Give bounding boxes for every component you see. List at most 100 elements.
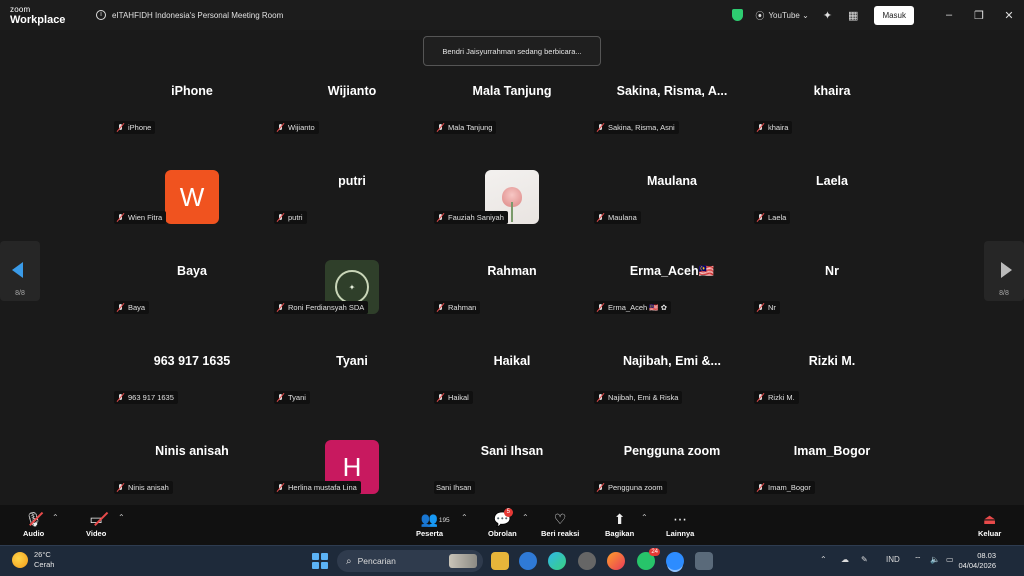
weather-widget[interactable]: 26°C Cerah bbox=[12, 550, 54, 570]
participant-tile[interactable]: Rizki M. Rizki M. bbox=[752, 344, 912, 434]
video-button[interactable]: ▭ Video bbox=[86, 510, 108, 538]
mic-muted-icon bbox=[116, 303, 125, 312]
arrow-right-icon bbox=[1001, 262, 1012, 278]
taskbar-search[interactable]: ⌕ Pencarian bbox=[337, 550, 483, 572]
reactions-button[interactable]: ♡ Beri reaksi bbox=[541, 510, 579, 538]
onedrive-icon[interactable]: ☁ bbox=[841, 555, 849, 564]
participant-tile[interactable]: Wijianto Wijianto bbox=[272, 74, 432, 164]
participant-tile[interactable]: Erma_Aceh🇲🇾 Erma_Aceh 🇲🇾 ✿ bbox=[592, 254, 752, 344]
participant-label-text: Wien Fitra bbox=[128, 213, 163, 222]
participant-tile[interactable]: ✦ Roni Ferdiansyah SDA bbox=[272, 254, 432, 344]
mic-muted-icon bbox=[596, 483, 605, 492]
mic-muted-icon bbox=[596, 303, 605, 312]
participant-label-text: Maulana bbox=[608, 213, 637, 222]
date: 04/04/2026 bbox=[958, 561, 996, 570]
participants-caret-icon[interactable]: ⌃ bbox=[461, 513, 468, 522]
encryption-shield-icon[interactable] bbox=[732, 9, 744, 21]
title-bar: zoom Workplace i eITAHFIDH Indonesia's P… bbox=[0, 0, 1024, 30]
participant-label: iPhone bbox=[114, 121, 156, 134]
prev-page-button[interactable]: 8/8 bbox=[0, 241, 40, 301]
mic-muted-icon bbox=[596, 213, 605, 222]
mic-muted-icon bbox=[116, 483, 125, 492]
participant-tile[interactable]: iPhone iPhone bbox=[112, 74, 272, 164]
participant-label: Tyani bbox=[274, 391, 310, 404]
mic-muted-icon bbox=[116, 123, 125, 132]
share-button[interactable]: ⬆ Bagikan bbox=[605, 510, 634, 538]
youtube-stream-button[interactable]: ⦿ YouTube ⌄ bbox=[755, 9, 808, 22]
participant-label: putri bbox=[274, 211, 307, 224]
participant-tile[interactable]: Laela Laela bbox=[752, 164, 912, 254]
next-page-button[interactable]: 8/8 bbox=[984, 241, 1024, 301]
share-caret-icon[interactable]: ⌃ bbox=[641, 513, 648, 522]
chat-caret-icon[interactable]: ⌃ bbox=[522, 513, 529, 522]
clock[interactable]: 08.03 04/04/2026 bbox=[958, 551, 996, 571]
minimize-icon[interactable]: – bbox=[934, 9, 964, 21]
chat-button[interactable]: 💬 5 Obrolan bbox=[488, 508, 517, 538]
leave-button[interactable]: ⏏ Keluar bbox=[978, 510, 1001, 538]
start-menu-icon[interactable] bbox=[312, 553, 328, 569]
participants-label: Peserta bbox=[416, 529, 444, 538]
more-button[interactable]: ⋯ Lainnya bbox=[666, 510, 694, 538]
language-indicator[interactable]: IND bbox=[886, 555, 900, 564]
participant-name: Imam_Bogor bbox=[793, 444, 871, 458]
participant-name: Tyani bbox=[336, 354, 368, 368]
obs-icon[interactable] bbox=[578, 552, 596, 570]
participant-name: 963 917 1635 bbox=[153, 354, 231, 368]
apps-grid-icon[interactable]: ▦ bbox=[848, 9, 858, 22]
audio-button[interactable]: 🎙 Audio bbox=[23, 510, 44, 538]
participant-label: Ninis anisah bbox=[114, 481, 173, 494]
participant-tile[interactable]: W Wien Fitra bbox=[112, 164, 272, 254]
participant-label-text: Najibah, Emi & Riska bbox=[608, 393, 679, 402]
participant-tile[interactable]: Najibah, Emi &... Najibah, Emi & Riska bbox=[592, 344, 752, 434]
participant-tile[interactable]: Sakina, Risma, A... Sakina, Risma, Asni bbox=[592, 74, 752, 164]
participant-tile[interactable]: Baya Baya bbox=[112, 254, 272, 344]
participant-label-text: Tyani bbox=[288, 393, 306, 402]
participant-label: khaira bbox=[754, 121, 793, 134]
chat-badge: 5 bbox=[503, 508, 513, 517]
participant-tile[interactable]: 963 917 1635 963 917 1635 bbox=[112, 344, 272, 434]
participant-label-text: khaira bbox=[768, 123, 789, 132]
ai-sparkle-icon[interactable]: ✦ bbox=[823, 9, 832, 22]
livestream-icon: ⦿ bbox=[755, 10, 765, 21]
volume-icon[interactable]: 🔈 bbox=[930, 555, 940, 564]
participant-tile[interactable]: putri putri bbox=[272, 164, 432, 254]
firefox-icon[interactable] bbox=[607, 552, 625, 570]
whatsapp-icon[interactable]: 24 bbox=[637, 548, 660, 570]
participant-label-text: Rizki M. bbox=[768, 393, 795, 402]
mic-muted-icon bbox=[756, 393, 765, 402]
battery-icon[interactable]: ▭ bbox=[946, 555, 954, 564]
participant-tile[interactable]: Maulana Maulana bbox=[592, 164, 752, 254]
restore-icon[interactable]: ❐ bbox=[964, 9, 994, 22]
participant-name: Nr bbox=[825, 264, 839, 278]
desktop-app-icon[interactable] bbox=[695, 552, 713, 570]
participant-label-text: Mala Tanjung bbox=[448, 123, 493, 132]
participant-label: Rizki M. bbox=[754, 391, 799, 404]
participant-name: Erma_Aceh🇲🇾 bbox=[629, 264, 715, 278]
mic-muted-icon bbox=[276, 303, 285, 312]
close-icon[interactable]: ✕ bbox=[994, 9, 1024, 22]
meeting-toolbar: 🎙 Audio ⌃ ▭ Video ⌃ 👥195 Peserta ⌃ 💬5 Ob… bbox=[0, 505, 1024, 545]
time: 08.03 bbox=[977, 551, 996, 560]
video-options-caret-icon[interactable]: ⌃ bbox=[118, 513, 125, 522]
os-taskbar: 26°C Cerah ⌕ Pencarian 24 ⌃ ☁ ✎ IND ⌔ 🔈 … bbox=[0, 545, 1024, 576]
login-button[interactable]: Masuk bbox=[874, 5, 914, 25]
audio-options-caret-icon[interactable]: ⌃ bbox=[52, 513, 59, 522]
file-explorer-icon[interactable] bbox=[491, 552, 509, 570]
tray-expand-icon[interactable]: ⌃ bbox=[820, 555, 827, 564]
zoom-app-icon[interactable] bbox=[519, 552, 537, 570]
participants-button[interactable]: 👥 195 Peserta bbox=[416, 510, 450, 538]
participant-tile[interactable]: Fauziah Saniyah bbox=[432, 164, 592, 254]
participant-tile[interactable]: Tyani Tyani bbox=[272, 344, 432, 434]
wifi-icon[interactable]: ⌔ bbox=[914, 555, 922, 565]
mic-muted-icon bbox=[276, 123, 285, 132]
info-icon[interactable]: i bbox=[96, 10, 106, 20]
pen-icon[interactable]: ✎ bbox=[861, 555, 868, 564]
participant-label-text: Wijianto bbox=[288, 123, 315, 132]
participant-tile[interactable]: khaira khaira bbox=[752, 74, 912, 164]
participant-tile[interactable]: Mala Tanjung Mala Tanjung bbox=[432, 74, 592, 164]
participant-tile[interactable]: Haikal Haikal bbox=[432, 344, 592, 434]
zoom-active-icon[interactable] bbox=[666, 552, 684, 570]
participant-tile[interactable]: Rahman Rahman bbox=[432, 254, 592, 344]
edge-browser-icon[interactable] bbox=[548, 552, 566, 570]
participant-tile[interactable]: Nr Nr bbox=[752, 254, 912, 344]
